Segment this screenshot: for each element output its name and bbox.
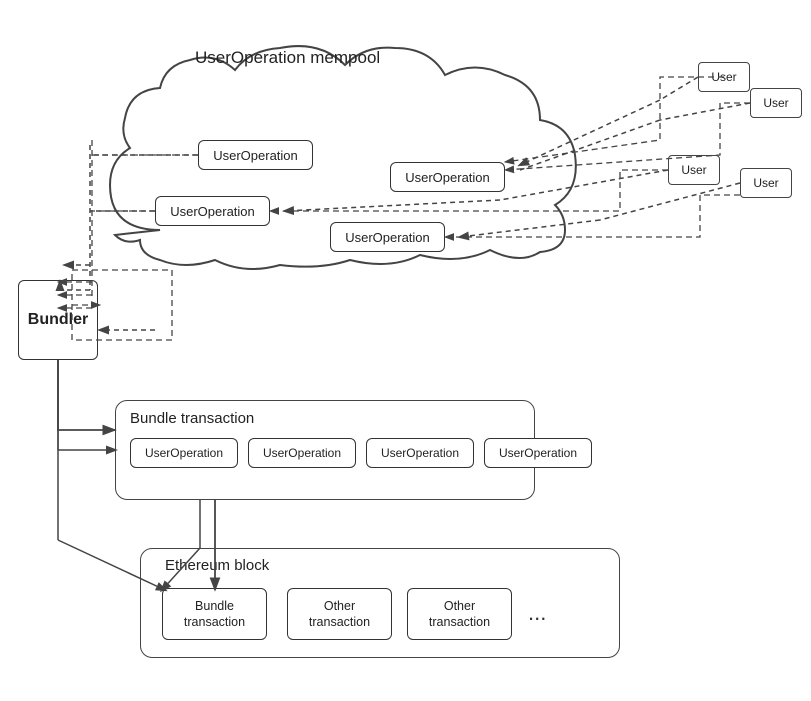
user-box-1: User (698, 62, 750, 92)
bundler-box: Bundler (18, 280, 98, 360)
userop-cloud-4: UserOperation (330, 222, 445, 252)
eth-box-other-2: Other transaction (407, 588, 512, 640)
user-box-4: User (740, 168, 792, 198)
cloud-label: UserOperation mempool (195, 48, 380, 68)
eth-box-bundle: Bundle transaction (162, 588, 267, 640)
diagram: UserOperation mempool UserOperation User… (0, 0, 811, 701)
userop-bundle-3: UserOperation (366, 438, 474, 468)
userop-bundle-2: UserOperation (248, 438, 356, 468)
userop-cloud-3: UserOperation (155, 196, 270, 226)
user-box-3: User (668, 155, 720, 185)
userop-bundle-4: UserOperation (484, 438, 592, 468)
userop-cloud-2: UserOperation (390, 162, 505, 192)
eth-container-label: Ethereum block (165, 557, 269, 574)
bundle-container-label: Bundle transaction (130, 410, 254, 427)
userop-cloud-1: UserOperation (198, 140, 313, 170)
userop-bundle-1: UserOperation (130, 438, 238, 468)
user-box-2: User (750, 88, 802, 118)
eth-box-other-1: Other transaction (287, 588, 392, 640)
ellipsis: ... (528, 600, 546, 626)
